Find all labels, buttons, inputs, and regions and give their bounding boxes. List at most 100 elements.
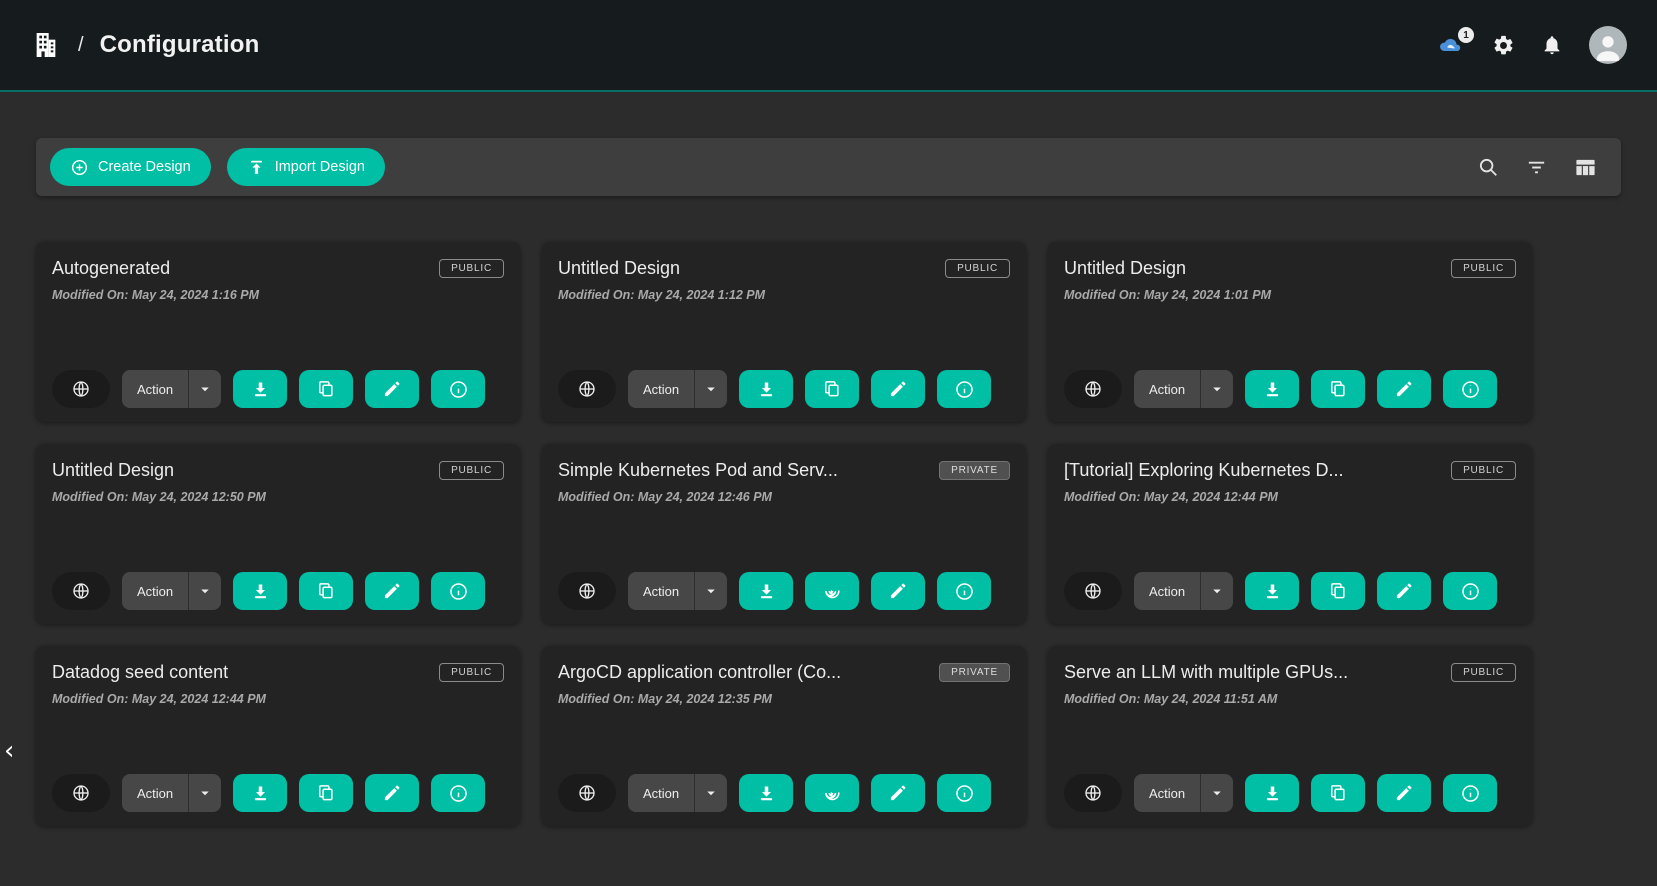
action-dropdown-button[interactable] [694, 370, 727, 408]
chevron-down-icon [702, 380, 720, 398]
modified-on: Modified On: May 24, 2024 1:01 PM [1064, 288, 1516, 302]
visibility-globe-button[interactable] [1064, 370, 1122, 408]
action-split-button: Action [628, 774, 727, 812]
visibility-globe-button[interactable] [1064, 572, 1122, 610]
edit-button[interactable] [871, 572, 925, 610]
action-button[interactable]: Action [628, 572, 694, 610]
import-design-button[interactable]: Import Design [227, 148, 385, 186]
visibility-globe-button[interactable] [52, 572, 110, 610]
table-view-icon [1574, 156, 1597, 179]
edit-button[interactable] [1377, 572, 1431, 610]
action-button[interactable]: Action [122, 572, 188, 610]
action-button[interactable]: Action [628, 370, 694, 408]
download-button[interactable] [233, 572, 287, 610]
notification-count-badge: 1 [1458, 27, 1474, 43]
edit-button[interactable] [871, 774, 925, 812]
info-button[interactable] [431, 370, 485, 408]
visibility-badge: PUBLIC [1451, 461, 1516, 480]
notifications-button[interactable] [1541, 34, 1563, 56]
visibility-globe-button[interactable] [558, 572, 616, 610]
copy-button[interactable] [299, 572, 353, 610]
design-card: Autogenerated PUBLIC Modified On: May 24… [36, 242, 520, 422]
action-dropdown-button[interactable] [188, 572, 221, 610]
card-header: Datadog seed content PUBLIC [52, 662, 504, 683]
info-button[interactable] [431, 774, 485, 812]
chevron-down-icon [196, 784, 214, 802]
info-button[interactable] [431, 572, 485, 610]
chevron-down-icon [1208, 582, 1226, 600]
action-dropdown-button[interactable] [694, 572, 727, 610]
download-button[interactable] [739, 774, 793, 812]
breadcrumb: / Configuration [30, 29, 259, 61]
copy-button[interactable] [805, 370, 859, 408]
create-design-button[interactable]: Create Design [50, 148, 211, 186]
filter-icon [1525, 156, 1548, 179]
action-dropdown-button[interactable] [1200, 370, 1233, 408]
settings-button[interactable] [1492, 34, 1515, 57]
copy-icon [316, 783, 336, 803]
copy-button[interactable] [299, 774, 353, 812]
edit-button[interactable] [365, 774, 419, 812]
card-header: ArgoCD application controller (Co... PRI… [558, 662, 1010, 683]
action-dropdown-button[interactable] [1200, 572, 1233, 610]
action-split-button: Action [122, 572, 221, 610]
info-button[interactable] [937, 572, 991, 610]
visibility-badge: PUBLIC [1451, 259, 1516, 278]
cloud-provider-button[interactable]: 1 [1434, 33, 1466, 57]
copy-button[interactable] [1311, 774, 1365, 812]
card-actions: Action [52, 572, 504, 610]
visibility-badge: PUBLIC [945, 259, 1010, 278]
download-button[interactable] [739, 370, 793, 408]
download-button[interactable] [1245, 370, 1299, 408]
card-header: Serve an LLM with multiple GPUs... PUBLI… [1064, 662, 1516, 683]
visibility-globe-button[interactable] [52, 370, 110, 408]
visibility-globe-button[interactable] [52, 774, 110, 812]
edit-button[interactable] [1377, 370, 1431, 408]
download-button[interactable] [233, 370, 287, 408]
download-button[interactable] [1245, 774, 1299, 812]
info-button[interactable] [937, 370, 991, 408]
action-button[interactable]: Action [1134, 370, 1200, 408]
card-actions: Action [1064, 774, 1516, 812]
user-avatar[interactable] [1589, 26, 1627, 64]
copy-button[interactable] [1311, 572, 1365, 610]
action-split-button: Action [628, 370, 727, 408]
info-button[interactable] [1443, 370, 1497, 408]
design-spiral-button[interactable] [805, 572, 859, 610]
action-button[interactable]: Action [1134, 572, 1200, 610]
action-button[interactable]: Action [1134, 774, 1200, 812]
action-dropdown-button[interactable] [694, 774, 727, 812]
info-button[interactable] [1443, 572, 1497, 610]
import-design-label: Import Design [275, 159, 365, 175]
edit-button[interactable] [1377, 774, 1431, 812]
search-button[interactable] [1477, 156, 1499, 178]
visibility-globe-button[interactable] [1064, 774, 1122, 812]
edit-button[interactable] [365, 370, 419, 408]
download-button[interactable] [233, 774, 287, 812]
sidebar-collapse-toggle[interactable]: ‹ [0, 736, 18, 766]
copy-button[interactable] [299, 370, 353, 408]
visibility-globe-button[interactable] [558, 370, 616, 408]
action-dropdown-button[interactable] [188, 370, 221, 408]
edit-button[interactable] [871, 370, 925, 408]
copy-icon [316, 379, 336, 399]
info-button[interactable] [1443, 774, 1497, 812]
visibility-globe-button[interactable] [558, 774, 616, 812]
action-dropdown-button[interactable] [188, 774, 221, 812]
filter-button[interactable] [1525, 156, 1548, 179]
edit-button[interactable] [365, 572, 419, 610]
table-view-button[interactable] [1574, 156, 1597, 179]
download-button[interactable] [1245, 572, 1299, 610]
copy-button[interactable] [1311, 370, 1365, 408]
download-button[interactable] [739, 572, 793, 610]
design-card: Untitled Design PUBLIC Modified On: May … [542, 242, 1026, 422]
action-button[interactable]: Action [122, 370, 188, 408]
design-spiral-button[interactable] [805, 774, 859, 812]
info-button[interactable] [937, 774, 991, 812]
action-button[interactable]: Action [628, 774, 694, 812]
card-header: Simple Kubernetes Pod and Serv... PRIVAT… [558, 460, 1010, 481]
action-button[interactable]: Action [122, 774, 188, 812]
action-dropdown-button[interactable] [1200, 774, 1233, 812]
download-icon [250, 581, 271, 602]
visibility-badge: PUBLIC [1451, 663, 1516, 682]
